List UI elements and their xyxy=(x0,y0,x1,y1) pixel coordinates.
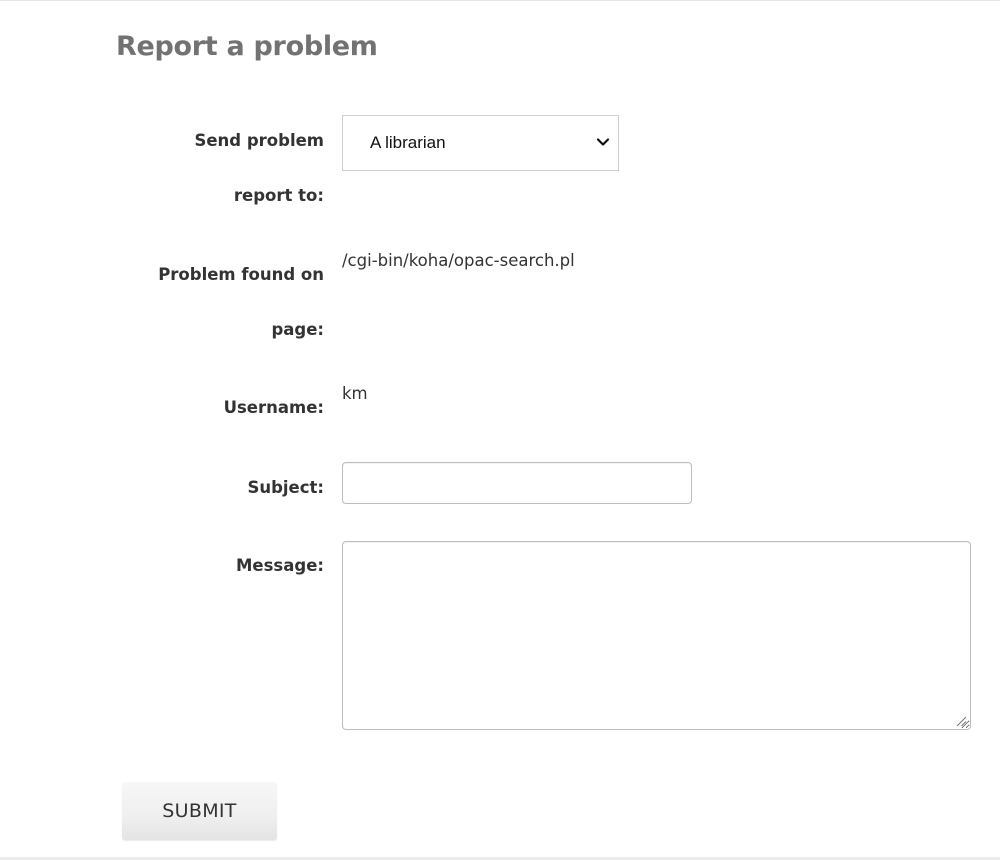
problem-page-label-line1: Problem found on xyxy=(158,265,324,284)
top-divider xyxy=(0,0,1000,1)
message-textarea[interactable] xyxy=(342,541,971,730)
problem-page-value: /cgi-bin/koha/opac-search.pl xyxy=(342,251,575,270)
submit-button[interactable]: SUBMIT xyxy=(122,782,277,840)
username-label: Username: xyxy=(223,398,324,417)
recipient-select-value: A librarian xyxy=(370,133,446,152)
chevron-down-icon xyxy=(596,138,610,146)
recipient-label-line1: Send problem xyxy=(194,131,324,150)
page-title: Report a problem xyxy=(116,31,378,62)
username-value: km xyxy=(342,384,368,403)
message-label: Message: xyxy=(236,556,324,575)
recipient-select[interactable]: A librarian xyxy=(342,115,619,171)
recipient-label-line2: report to: xyxy=(233,186,324,205)
problem-page-label-line2: page: xyxy=(271,320,324,339)
subject-label: Subject: xyxy=(247,478,324,497)
subject-input[interactable] xyxy=(342,462,692,504)
